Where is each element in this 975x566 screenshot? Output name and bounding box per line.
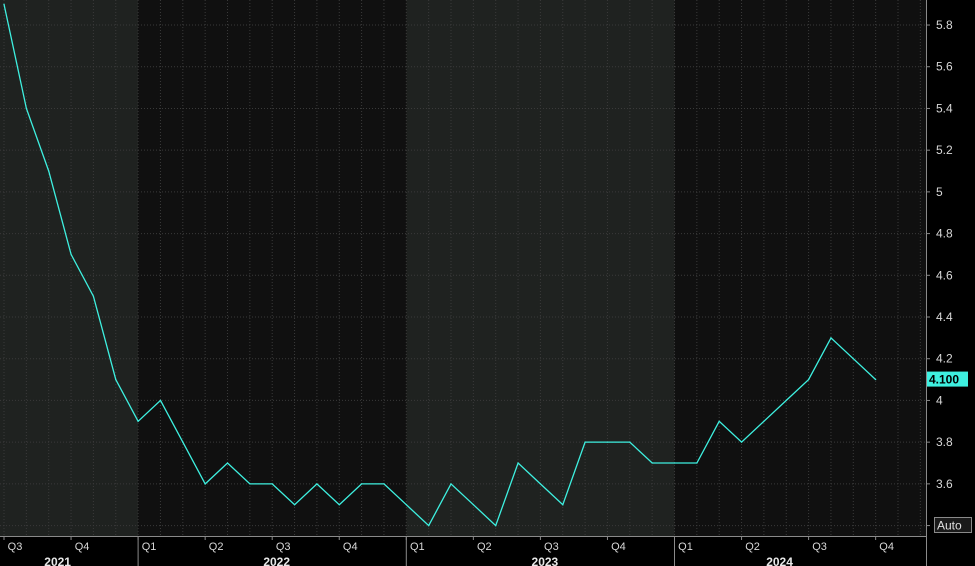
series-point (740, 441, 743, 443)
series-point (3, 3, 5, 5)
series-point (70, 253, 72, 256)
series-point (226, 462, 229, 464)
x-tick-label: Q3 (8, 541, 23, 553)
series-point (852, 358, 854, 360)
y-tick-label: 4.8 (936, 227, 953, 241)
series-point (696, 462, 698, 464)
series-point (182, 441, 184, 443)
series-point (495, 524, 497, 527)
series-point (92, 295, 94, 297)
x-tick-label: Q2 (477, 541, 492, 553)
x-tick-label: Q2 (209, 541, 224, 553)
series-point (830, 337, 832, 339)
year-label: 2022 (263, 555, 290, 566)
series-point (673, 462, 676, 464)
series-point (785, 399, 787, 402)
year-bands (0, 0, 926, 536)
y-tick-label: 5.4 (936, 101, 953, 115)
y-tick-label: 4.6 (936, 268, 953, 282)
series-point (763, 420, 765, 422)
y-tick-label: 5 (936, 185, 943, 199)
x-tick-label: Q2 (745, 541, 760, 553)
y-tick-label: 3.8 (936, 435, 953, 449)
x-tick-label: Q1 (678, 541, 693, 553)
y-tick-label: 4 (936, 393, 943, 407)
series-point (338, 504, 340, 506)
series-point (472, 504, 474, 506)
y-tick-label: 3.6 (936, 477, 953, 491)
y-tick-label: 5.6 (936, 60, 953, 74)
series-point (584, 441, 586, 443)
series-point (651, 462, 653, 464)
series-point (428, 524, 430, 527)
series-point (361, 483, 363, 485)
scale-mode-button[interactable]: Auto (934, 517, 972, 533)
x-tick-label: Q4 (879, 541, 894, 553)
year-label: 2024 (766, 555, 793, 566)
series-point (517, 462, 519, 464)
series-point (115, 378, 117, 381)
y-tick-label: 4.2 (936, 352, 953, 366)
x-axis-ticks: Q3 Q4 Q1 Q2 Q3 Q4 Q1 Q2 Q3 Q4 Q1 Q2 Q3 Q4 (3, 536, 894, 553)
series-point (808, 378, 810, 381)
series-point (25, 107, 27, 110)
series-point (539, 483, 542, 485)
series-point (48, 170, 50, 172)
x-tick-label: Q3 (544, 541, 559, 553)
series-point (629, 441, 631, 443)
series-point (718, 420, 720, 422)
series-point (249, 483, 251, 485)
year-label: 2021 (44, 555, 71, 566)
series-point (405, 504, 407, 506)
x-tick-label: Q3 (276, 541, 291, 553)
x-tick-label: Q4 (75, 541, 90, 553)
y-tick-label: 4.4 (936, 310, 953, 324)
scale-mode-label: Auto (937, 519, 962, 533)
series-point (293, 504, 296, 506)
line-chart: 3.43.63.844.24.44.64.855.25.45.65.8 Q3Q4… (0, 0, 972, 566)
series-point (450, 483, 452, 485)
y-axis-ticks: 3.43.63.844.24.44.64.855.25.45.65.8 (926, 18, 953, 533)
series-point (137, 420, 139, 422)
series-point (271, 483, 273, 485)
series-point (562, 504, 564, 506)
x-tick-label: Q1 (142, 541, 157, 553)
year-band (674, 0, 926, 536)
series-point (159, 399, 162, 402)
series-point (606, 441, 609, 443)
y-tick-label: 5.8 (936, 18, 953, 32)
x-tick-label: Q1 (410, 541, 425, 553)
series-point (383, 483, 385, 485)
last-value-label: 4.100 (929, 373, 959, 387)
series-point (316, 483, 318, 485)
year-label: 2023 (532, 555, 559, 566)
last-value-marker: 4.100 (927, 371, 968, 387)
y-tick-label: 5.2 (936, 143, 953, 157)
series-point (875, 378, 877, 381)
x-tick-label: Q3 (812, 541, 827, 553)
series-point (204, 483, 206, 485)
x-tick-label: Q4 (343, 541, 358, 553)
x-tick-label: Q4 (611, 541, 626, 553)
